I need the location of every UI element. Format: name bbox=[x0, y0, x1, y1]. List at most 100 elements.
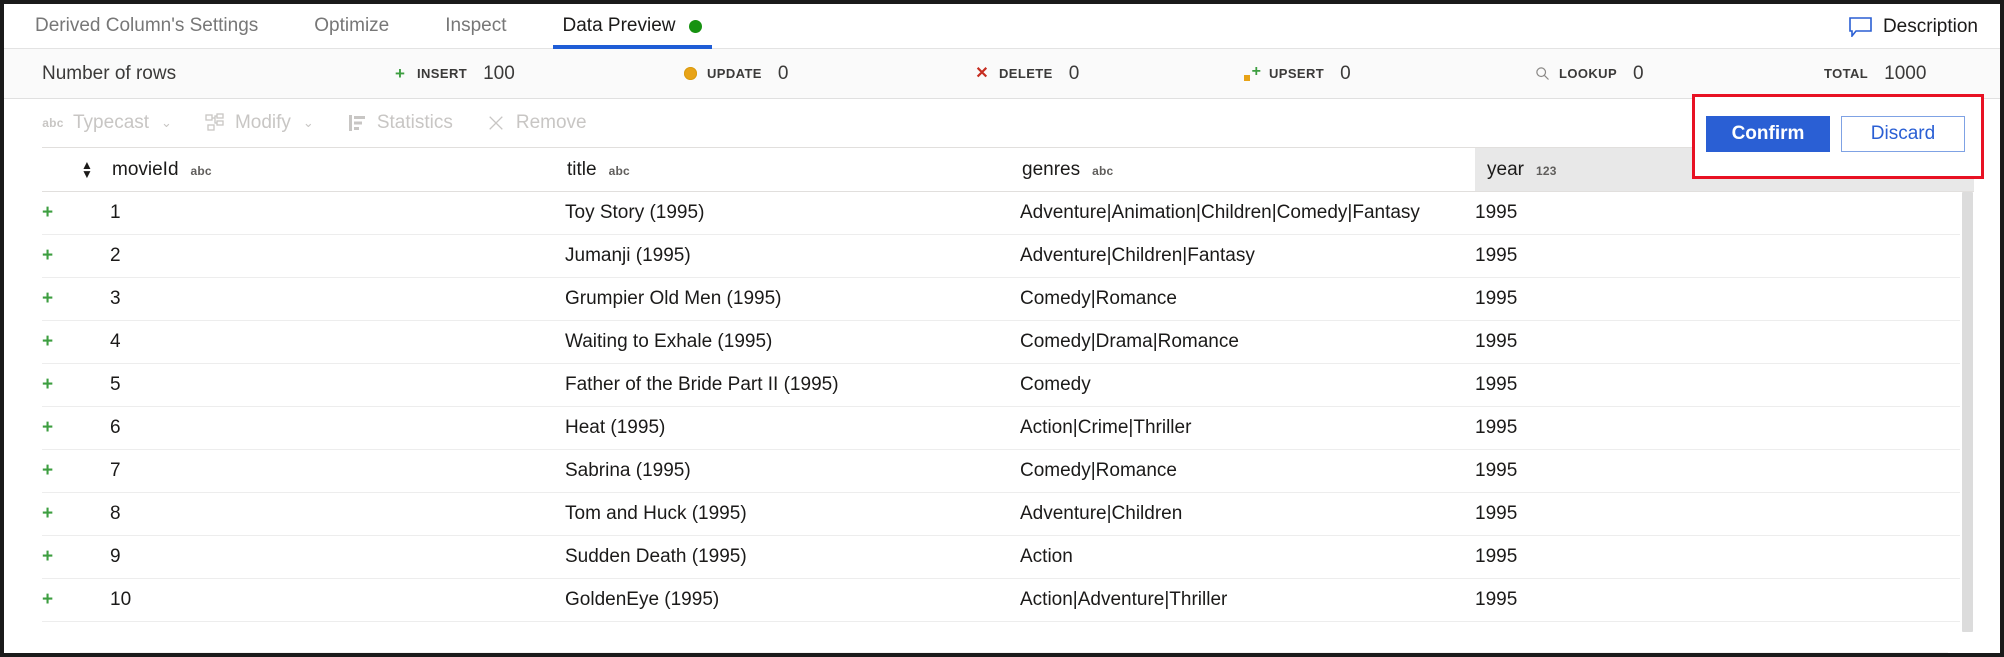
row-insert-marker: + bbox=[42, 407, 110, 450]
plus-icon: + bbox=[42, 331, 53, 352]
plus-icon: + bbox=[42, 417, 53, 438]
column-header-sort[interactable]: ▲▼ bbox=[42, 148, 110, 192]
speech-bubble-icon bbox=[1849, 17, 1872, 37]
tab-derived-column-settings[interactable]: Derived Column's Settings bbox=[26, 4, 286, 49]
table-row[interactable]: +3Grumpier Old Men (1995)Comedy|Romance1… bbox=[42, 278, 1974, 321]
horizontal-scrollbar[interactable] bbox=[80, 652, 1948, 656]
action-button-group: Confirm Discard bbox=[1706, 116, 1965, 152]
column-header-genres[interactable]: genres abc bbox=[1020, 148, 1475, 192]
row-insert-marker: + bbox=[42, 364, 110, 407]
cell-movieid: 6 bbox=[110, 407, 565, 450]
cell-title: Tom and Huck (1995) bbox=[565, 493, 1020, 536]
row-insert-marker: + bbox=[42, 450, 110, 493]
abc-icon: abc bbox=[42, 113, 64, 133]
table-row[interactable]: +5Father of the Bride Part II (1995)Come… bbox=[42, 364, 1974, 407]
statistics-label: Statistics bbox=[377, 112, 453, 134]
tab-optimize[interactable]: Optimize bbox=[286, 4, 417, 49]
cell-genres: Comedy|Romance bbox=[1020, 450, 1475, 493]
cell-title: Grumpier Old Men (1995) bbox=[565, 278, 1020, 321]
cell-movieid: 2 bbox=[110, 235, 565, 278]
cell-title: Sabrina (1995) bbox=[565, 450, 1020, 493]
typecast-button[interactable]: abc Typecast ⌄ bbox=[42, 112, 172, 134]
column-name: title bbox=[567, 159, 597, 181]
stat-label: DELETE bbox=[999, 66, 1053, 81]
confirm-button[interactable]: Confirm bbox=[1706, 116, 1830, 152]
status-dot-icon bbox=[689, 20, 702, 33]
table-row[interactable]: +1Toy Story (1995)Adventure|Animation|Ch… bbox=[42, 192, 1974, 235]
plus-icon: + bbox=[42, 546, 53, 567]
dot-plus-icon: + bbox=[1244, 66, 1260, 82]
cross-icon: ✕ bbox=[974, 66, 990, 82]
cell-title: Jumanji (1995) bbox=[565, 235, 1020, 278]
cell-genres: Adventure|Children bbox=[1020, 493, 1475, 536]
table-header-row: ▲▼ movieId abc title abc bbox=[42, 148, 1974, 192]
modify-button[interactable]: Modify ⌄ bbox=[204, 112, 314, 134]
data-preview-table: ▲▼ movieId abc title abc bbox=[42, 147, 1974, 657]
table-row[interactable]: +2Jumanji (1995)Adventure|Children|Fanta… bbox=[42, 235, 1974, 278]
cell-genres: Action bbox=[1020, 536, 1475, 579]
cell-movieid: 10 bbox=[110, 579, 565, 622]
column-header-title[interactable]: title abc bbox=[565, 148, 1020, 192]
plus-icon: + bbox=[392, 66, 408, 82]
tab-inspect[interactable]: Inspect bbox=[417, 4, 534, 49]
cell-year: 1995 bbox=[1475, 235, 1974, 278]
stat-value: 0 bbox=[778, 63, 789, 85]
number-of-rows-label: Number of rows bbox=[4, 63, 176, 85]
column-type-badge: abc bbox=[191, 164, 212, 178]
column-type-badge: 123 bbox=[1536, 164, 1557, 178]
stat-label: LOOKUP bbox=[1559, 66, 1617, 81]
cell-genres: Action|Adventure|Thriller bbox=[1020, 579, 1475, 622]
remove-button[interactable]: Remove bbox=[485, 112, 587, 134]
vertical-scrollbar-thumb[interactable] bbox=[1962, 192, 1973, 632]
cell-year: 1995 bbox=[1475, 192, 1974, 235]
row-insert-marker: + bbox=[42, 493, 110, 536]
plus-icon: + bbox=[42, 589, 53, 610]
column-name: year bbox=[1487, 159, 1524, 181]
table-row[interactable]: +6Heat (1995)Action|Crime|Thriller1995 bbox=[42, 407, 1974, 450]
plus-icon: + bbox=[42, 503, 53, 524]
cell-movieid: 5 bbox=[110, 364, 565, 407]
cell-year: 1995 bbox=[1475, 536, 1974, 579]
table-row[interactable]: +9Sudden Death (1995)Action1995 bbox=[42, 536, 1974, 579]
description-label: Description bbox=[1883, 16, 1978, 38]
cell-movieid: 9 bbox=[110, 536, 565, 579]
discard-button[interactable]: Discard bbox=[1841, 116, 1965, 152]
column-name: movieId bbox=[112, 159, 179, 181]
table-row[interactable]: +10GoldenEye (1995)Action|Adventure|Thri… bbox=[42, 579, 1974, 622]
row-counts-bar: Number of rows + INSERT 100 UPDATE 0 ✕ D… bbox=[4, 49, 2000, 99]
stat-value: 0 bbox=[1069, 63, 1080, 85]
modify-label: Modify bbox=[235, 112, 291, 134]
stat-delete: ✕ DELETE 0 bbox=[974, 63, 1079, 85]
table-row[interactable]: +4Waiting to Exhale (1995)Comedy|Drama|R… bbox=[42, 321, 1974, 364]
statistics-button[interactable]: Statistics bbox=[346, 112, 453, 134]
stat-label: INSERT bbox=[417, 66, 467, 81]
row-insert-marker: + bbox=[42, 579, 110, 622]
magnifier-icon bbox=[1534, 66, 1550, 82]
stat-label: UPDATE bbox=[707, 66, 762, 81]
chevron-down-icon: ⌄ bbox=[303, 115, 314, 131]
stat-label: TOTAL bbox=[1824, 66, 1868, 81]
column-type-badge: abc bbox=[609, 164, 630, 178]
tab-data-preview[interactable]: Data Preview bbox=[535, 4, 730, 49]
table-row[interactable]: +7Sabrina (1995)Comedy|Romance1995 bbox=[42, 450, 1974, 493]
vertical-scrollbar[interactable] bbox=[1960, 192, 1974, 657]
cell-genres: Comedy|Romance bbox=[1020, 278, 1475, 321]
cell-movieid: 7 bbox=[110, 450, 565, 493]
plus-icon: + bbox=[42, 288, 53, 309]
plus-icon: + bbox=[42, 245, 53, 266]
sort-arrows-icon: ▲▼ bbox=[42, 162, 110, 177]
tab-label: Inspect bbox=[445, 15, 506, 37]
cell-year: 1995 bbox=[1475, 493, 1974, 536]
row-insert-marker: + bbox=[42, 536, 110, 579]
tab-bar: Derived Column's Settings Optimize Inspe… bbox=[4, 4, 2000, 49]
statistics-icon bbox=[346, 113, 368, 133]
stat-value: 1000 bbox=[1884, 63, 1926, 85]
table-row[interactable]: +8Tom and Huck (1995)Adventure|Children1… bbox=[42, 493, 1974, 536]
column-header-movieid[interactable]: movieId abc bbox=[110, 148, 565, 192]
stat-insert: + INSERT 100 bbox=[392, 63, 515, 85]
plus-icon: + bbox=[42, 202, 53, 223]
cell-genres: Action|Crime|Thriller bbox=[1020, 407, 1475, 450]
tab-label: Optimize bbox=[314, 15, 389, 37]
modify-icon bbox=[204, 113, 226, 133]
description-button[interactable]: Description bbox=[1849, 4, 1978, 49]
